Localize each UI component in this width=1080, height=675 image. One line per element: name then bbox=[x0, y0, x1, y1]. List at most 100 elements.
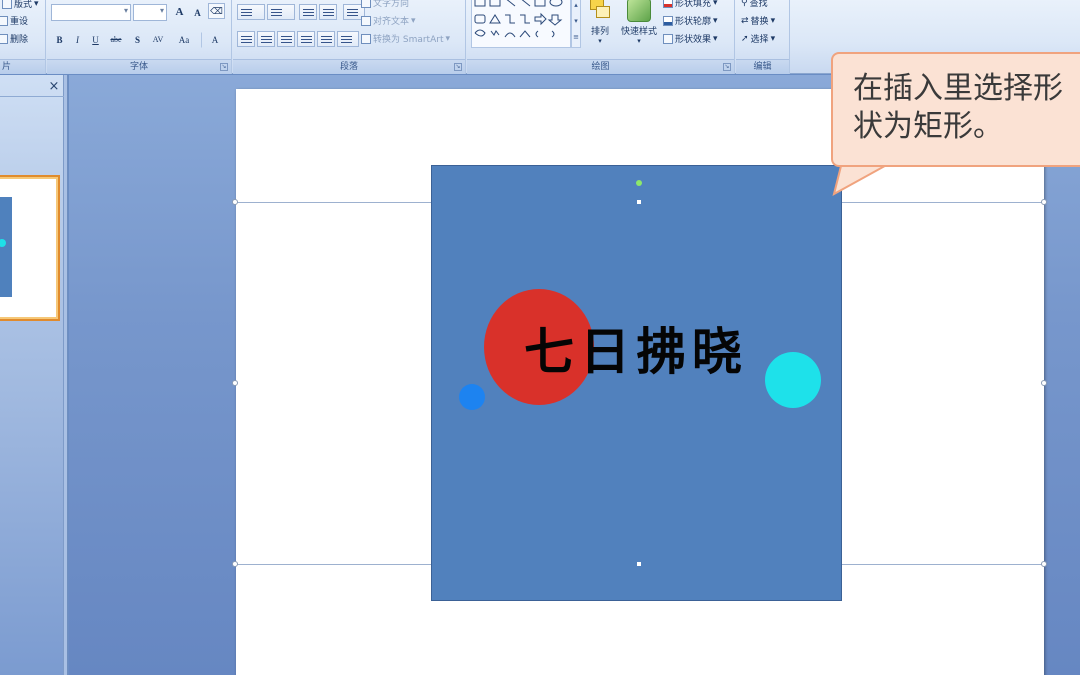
chevron-down-icon: ▾ bbox=[770, 33, 776, 44]
align-text-icon bbox=[361, 15, 371, 26]
align-center-button[interactable] bbox=[257, 31, 275, 47]
columns-button[interactable] bbox=[337, 31, 359, 47]
clear-format-button[interactable]: ⌫ bbox=[208, 3, 225, 19]
resize-handle-top-left[interactable] bbox=[232, 199, 238, 205]
arrange-button[interactable]: 排列 ▾ bbox=[585, 0, 615, 45]
delete-label: 删除 bbox=[10, 35, 29, 45]
change-case-button[interactable]: Aa bbox=[173, 32, 195, 48]
ribbon-group-editing: ⚲ 查找 ⇄ 替换 ▾ ➚ 选择 ▾ 编辑 bbox=[736, 0, 790, 74]
convert-smartart-button[interactable]: 转换为 SmartArt ▾ bbox=[361, 32, 450, 45]
char-spacing-button[interactable]: AV bbox=[147, 32, 169, 48]
justify-button[interactable] bbox=[297, 31, 315, 47]
align-right-icon bbox=[281, 36, 292, 43]
resize-handle-top-right[interactable] bbox=[1041, 199, 1047, 205]
reset-label: 重设 bbox=[10, 17, 29, 27]
align-text-label: 对齐文本 bbox=[373, 17, 410, 27]
shape-effects-button[interactable]: 形状效果 ▾ bbox=[663, 32, 718, 45]
decrease-indent-button[interactable] bbox=[299, 4, 317, 20]
shrink-font-button[interactable]: A bbox=[189, 5, 206, 21]
replace-button[interactable]: ⇄ 替换 ▾ bbox=[741, 14, 775, 28]
callout-bubble: 在插入里选择形状为矩形。 bbox=[831, 52, 1080, 167]
chevron-down-icon: ▾ bbox=[713, 0, 718, 8]
quick-styles-button[interactable]: 快速样式 ▾ bbox=[617, 0, 661, 45]
distribute-button[interactable] bbox=[317, 31, 335, 47]
resize-handle-bottom-right[interactable] bbox=[1041, 561, 1047, 567]
text-direction-label: 文字方向 bbox=[373, 0, 410, 9]
callout-text: 在插入里选择形状为矩形。 bbox=[853, 71, 1063, 144]
align-right-button[interactable] bbox=[277, 31, 295, 47]
shadow-button[interactable]: S bbox=[129, 32, 146, 48]
numbering-button[interactable] bbox=[267, 4, 295, 20]
close-pane-icon[interactable]: × bbox=[47, 80, 61, 94]
quick-styles-label: 快速样式 bbox=[620, 27, 657, 37]
shape-effects-icon bbox=[663, 33, 673, 44]
resize-handle-bottom-left[interactable] bbox=[232, 561, 238, 567]
shapes-gallery[interactable] bbox=[471, 0, 571, 48]
select-button[interactable]: ➚ 选择 ▾ bbox=[741, 32, 776, 46]
font-dialog-launcher-icon[interactable]: ↘ bbox=[220, 63, 228, 71]
pane-splitter[interactable] bbox=[64, 75, 68, 675]
align-text-button[interactable]: 对齐文本 ▾ bbox=[361, 14, 416, 27]
binoculars-icon: ⚲ bbox=[741, 0, 748, 8]
pen-icon bbox=[663, 15, 673, 26]
reset-button[interactable]: 重设 bbox=[0, 14, 28, 27]
resize-handle-bottom-center[interactable] bbox=[637, 562, 641, 566]
align-left-button[interactable] bbox=[237, 31, 255, 47]
slide-thumbnail[interactable] bbox=[0, 175, 60, 321]
font-size-combo[interactable] bbox=[133, 4, 167, 21]
increase-indent-icon bbox=[323, 9, 334, 16]
paragraph-dialog-launcher-icon[interactable]: ↘ bbox=[454, 63, 462, 71]
grow-font-button[interactable]: A bbox=[171, 4, 188, 20]
chevron-down-icon: ▾ bbox=[713, 33, 718, 44]
font-name-combo[interactable] bbox=[51, 4, 131, 21]
increase-indent-button[interactable] bbox=[319, 4, 337, 20]
bullets-icon bbox=[241, 9, 252, 16]
arrange-icon bbox=[588, 0, 612, 22]
reset-icon bbox=[0, 15, 8, 26]
strikethrough-button[interactable]: abe bbox=[105, 32, 127, 48]
shape-effects-label: 形状效果 bbox=[675, 35, 712, 45]
replace-icon: ⇄ bbox=[741, 15, 749, 26]
chevron-down-icon: ▾ bbox=[598, 37, 602, 45]
text-direction-button[interactable]: 文字方向 bbox=[361, 0, 409, 9]
line-spacing-icon bbox=[347, 9, 358, 16]
logo-text[interactable]: 七日拂晓 bbox=[524, 322, 748, 382]
chevron-down-icon: ▾ bbox=[445, 33, 451, 44]
resize-handle-top-center[interactable] bbox=[637, 200, 641, 204]
cursor-icon: ➚ bbox=[741, 33, 749, 44]
justify-icon bbox=[301, 36, 312, 43]
rotation-handle[interactable] bbox=[636, 180, 642, 186]
replace-label: 替换 bbox=[750, 17, 769, 27]
shapes-gallery-scroll[interactable]: ▴ ▾ ≡ bbox=[571, 0, 581, 48]
resize-handle-middle-left[interactable] bbox=[232, 380, 238, 386]
find-button[interactable]: ⚲ 查找 bbox=[741, 0, 768, 9]
bullets-button[interactable] bbox=[237, 4, 265, 20]
shape-fill-button[interactable]: 形状填充 ▾ bbox=[663, 0, 718, 9]
smartart-icon bbox=[361, 33, 371, 44]
shape-outline-button[interactable]: 形状轮廓 ▾ bbox=[663, 14, 718, 27]
italic-button[interactable]: I bbox=[69, 32, 86, 48]
underline-button[interactable]: U bbox=[87, 32, 104, 48]
convert-smartart-label: 转换为 SmartArt bbox=[373, 35, 444, 45]
align-center-icon bbox=[261, 36, 272, 43]
bold-button[interactable]: B bbox=[51, 32, 68, 48]
font-color-button[interactable]: A bbox=[201, 32, 229, 48]
editing-group-label: 编辑 bbox=[736, 59, 789, 74]
delete-button[interactable]: 删除 bbox=[0, 32, 28, 45]
paragraph-group-label: 段落 bbox=[233, 59, 465, 74]
thumbnail-rect bbox=[0, 197, 12, 297]
resize-handle-middle-right[interactable] bbox=[1041, 380, 1047, 386]
paint-bucket-icon bbox=[663, 0, 673, 8]
delete-icon bbox=[0, 33, 8, 44]
chevron-down-icon: ▾ bbox=[411, 15, 416, 26]
shape-fill-label: 形状填充 bbox=[675, 0, 712, 9]
ribbon-group-slides: 版式 ▾ 重设 删除 片 bbox=[0, 0, 46, 74]
drawing-dialog-launcher-icon[interactable]: ↘ bbox=[723, 63, 731, 71]
ribbon-group-font: A A ⌫ B I U abe S AV Aa A 字体 ↘ bbox=[47, 0, 232, 74]
layout-button[interactable]: 版式 ▾ bbox=[2, 0, 39, 10]
shape-outline-label: 形状轮廓 bbox=[675, 17, 712, 27]
text-direction-icon bbox=[361, 0, 371, 8]
blue-dot-shape[interactable] bbox=[459, 384, 485, 410]
cyan-circle-shape[interactable] bbox=[765, 352, 821, 408]
layout-label: 版式 bbox=[14, 0, 33, 10]
